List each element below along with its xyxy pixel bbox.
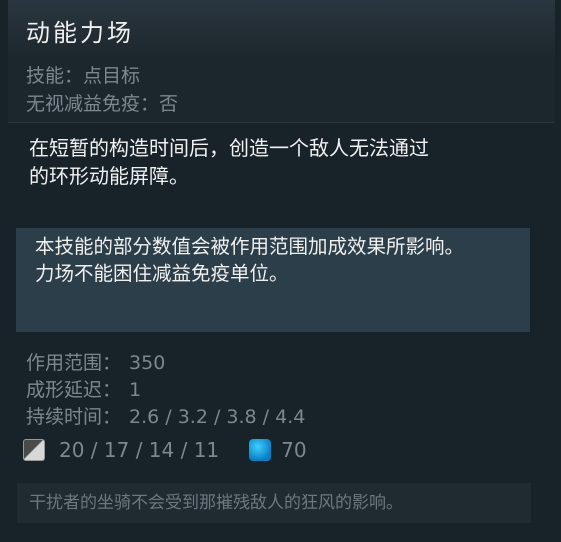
note-aoe: 本技能的部分数值会被作用范围加成效果所影响。 <box>35 235 465 258</box>
stat-value: 2.6 / 3.2 / 3.8 / 4.4 <box>129 406 306 428</box>
stat-row: 作用范围： 350 <box>26 350 305 377</box>
mana-cost-value: 70 <box>281 438 307 462</box>
description-line: 在短暂的构造时间后，创造一个敌人无法通过 <box>29 136 429 160</box>
ability-notes: 本技能的部分数值会被作用范围加成效果所影响。 力场不能困住减益免疫单位。 <box>16 228 530 332</box>
ability-type: 技能：点目标 <box>26 65 141 87</box>
ability-lore: 干扰者的坐骑不会受到那摧残敌人的狂风的影响。 <box>17 483 531 523</box>
note-debuff-immune: 力场不能困住减益免疫单位。 <box>35 262 289 285</box>
ability-meta: 技能：点目标 无视减益免疫：否 <box>8 56 555 123</box>
stat-value: 350 <box>129 352 166 374</box>
ability-costs: 20 / 17 / 14 / 11 70 <box>23 436 307 464</box>
ability-tooltip: 动能力场 技能：点目标 无视减益免疫：否 在短暂的构造时间后，创造一个敌人无法通… <box>0 0 561 542</box>
stat-label: 成形延迟： <box>26 379 122 401</box>
stat-row: 持续时间： 2.6 / 3.2 / 3.8 / 4.4 <box>26 404 305 431</box>
ability-description: 在短暂的构造时间后，创造一个敌人无法通过 的环形动能屏障。 <box>29 134 519 190</box>
stat-row: 成形延迟： 1 <box>26 377 305 404</box>
description-line: 的环形动能屏障。 <box>29 164 189 188</box>
mana-icon <box>249 439 272 461</box>
cooldown-icon <box>23 439 45 461</box>
ability-title: 动能力场 <box>26 19 134 47</box>
ability-stats: 作用范围： 350 成形延迟： 1 持续时间： 2.6 / 3.2 / 3.8 / 4… <box>26 350 305 431</box>
stat-label: 作用范围： <box>26 352 122 374</box>
stat-value: 1 <box>129 379 142 401</box>
stat-label: 持续时间： <box>26 406 122 428</box>
debuff-immunity: 无视减益免疫：否 <box>26 93 179 115</box>
cooldown-value: 20 / 17 / 14 / 11 <box>59 438 220 462</box>
tooltip-header: 动能力场 <box>8 0 555 56</box>
